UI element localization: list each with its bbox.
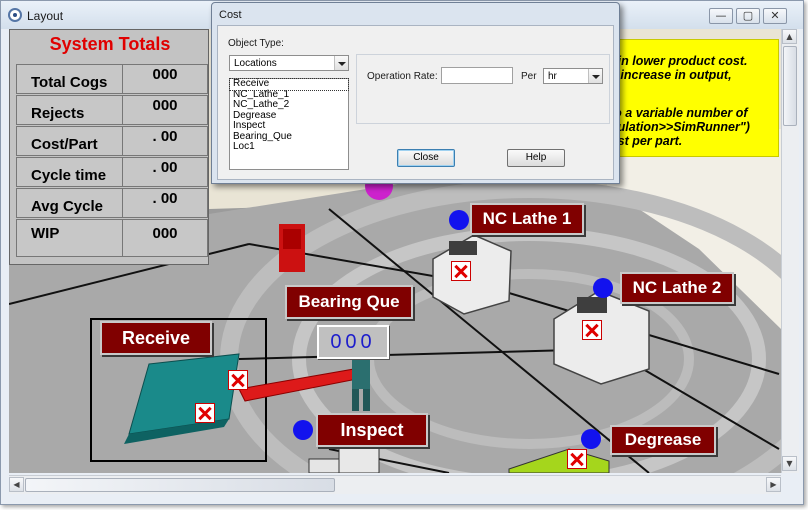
maximize-icon: ▢ — [742, 9, 754, 22]
dialog-body: Object Type: Locations Receive NC_Lathe_… — [217, 25, 614, 180]
location-label-inspect[interactable]: Inspect — [316, 413, 428, 447]
list-item[interactable]: Inspect — [230, 120, 348, 132]
vertical-scrollbar[interactable]: ▲ ▼ — [781, 29, 799, 473]
note-line-6: ost per part. — [610, 134, 683, 148]
cost-per-part-value: . 00 — [122, 126, 208, 156]
per-label: Per — [521, 71, 537, 82]
totals-row-avg-cycle: Avg Cycle . 00 — [16, 188, 208, 218]
rejects-label: Rejects — [16, 95, 122, 125]
chevron-down-icon[interactable] — [334, 56, 348, 70]
system-totals-panel: System Totals Total Cogs 000 Rejects 000… — [9, 29, 209, 265]
status-dot-icon — [581, 429, 601, 449]
operation-rate-group: Operation Rate: Per hr — [356, 54, 610, 124]
close-icon: ✕ — [770, 9, 780, 22]
system-totals-title: System Totals — [49, 34, 171, 54]
maximize-button[interactable]: ▢ — [736, 8, 760, 24]
minimize-icon: — — [715, 9, 727, 22]
total-cogs-value: 000 — [122, 64, 208, 94]
help-button[interactable]: Help — [507, 149, 565, 167]
minimize-button[interactable]: — — [709, 8, 733, 24]
scroll-left-icon[interactable]: ◀ — [9, 477, 24, 492]
scroll-down-icon[interactable]: ▼ — [782, 456, 797, 471]
close-button[interactable]: ✕ — [763, 8, 787, 24]
locations-list[interactable]: Receive NC_Lathe_1 NC_Lathe_2 Degrease I… — [229, 78, 349, 170]
note-line-5: nulation>>SimRunner") — [610, 120, 750, 134]
totals-row-rejects: Rejects 000 — [16, 95, 208, 125]
totals-row-wip: WIP 000 — [16, 219, 208, 257]
avg-cycle-value: . 00 — [122, 188, 208, 218]
status-dot-icon — [293, 420, 313, 440]
operation-rate-input[interactable] — [441, 67, 513, 84]
location-label-bearing-que[interactable]: Bearing Que — [285, 285, 413, 319]
x-mark-icon — [582, 320, 602, 340]
dialog-title[interactable]: Cost — [219, 9, 242, 21]
location-label-receive[interactable]: Receive — [100, 321, 212, 355]
list-item[interactable]: Receive — [229, 78, 349, 91]
totals-row-cycle-time: Cycle time . 00 — [16, 157, 208, 187]
per-unit-select[interactable]: hr — [543, 68, 603, 84]
bearing-que-counter: 000 — [317, 325, 389, 359]
x-mark-icon — [567, 449, 587, 469]
close-button[interactable]: Close — [397, 149, 455, 167]
x-mark-icon — [451, 261, 471, 281]
location-label-nc-lathe-2[interactable]: NC Lathe 2 — [620, 272, 734, 304]
rejects-value: 000 — [122, 95, 208, 125]
x-mark-icon — [228, 370, 248, 390]
avg-cycle-label: Avg Cycle — [16, 188, 122, 218]
wip-value: 000 — [122, 219, 208, 257]
note-line-2: e increase in output, — [610, 68, 732, 82]
object-type-value: Locations — [234, 58, 277, 69]
scroll-up-icon[interactable]: ▲ — [782, 29, 797, 44]
totals-row-cost-per-part: Cost/Part . 00 — [16, 126, 208, 156]
notes-box: t in lower product cost. e increase in o… — [601, 39, 779, 157]
total-cogs-label: Total Cogs — [16, 64, 122, 94]
app-icon — [8, 8, 22, 22]
object-type-select[interactable]: Locations — [229, 55, 349, 71]
wip-label: WIP — [16, 219, 122, 257]
vertical-scroll-thumb[interactable] — [783, 46, 797, 126]
totals-row-total-cogs: Total Cogs 000 — [16, 64, 208, 94]
chevron-down-icon[interactable] — [588, 69, 602, 83]
status-dot-icon — [593, 278, 613, 298]
cycle-time-label: Cycle time — [16, 157, 122, 187]
status-dot-icon — [449, 210, 469, 230]
horizontal-scrollbar[interactable]: ◀ ▶ — [9, 475, 781, 494]
per-unit-value: hr — [548, 71, 557, 82]
cost-dialog: Cost Object Type: Locations Receive NC_L… — [211, 2, 620, 184]
note-line-3: r. — [610, 82, 780, 96]
x-mark-icon — [195, 403, 215, 423]
location-label-nc-lathe-1[interactable]: NC Lathe 1 — [470, 203, 584, 235]
cycle-time-value: . 00 — [122, 157, 208, 187]
window-title: Layout — [27, 9, 64, 23]
scroll-right-icon[interactable]: ▶ — [766, 477, 781, 492]
cost-per-part-label: Cost/Part — [16, 126, 122, 156]
horizontal-scroll-thumb[interactable] — [25, 478, 335, 492]
operation-rate-label: Operation Rate: — [367, 71, 438, 82]
object-type-label: Object Type: — [228, 38, 284, 49]
list-item[interactable]: Loc1 — [230, 141, 348, 153]
location-label-degrease[interactable]: Degrease — [610, 425, 716, 455]
note-line-1: t in lower product cost. — [610, 54, 748, 68]
note-line-4: to a variable number of — [610, 106, 748, 120]
list-item[interactable]: NC_Lathe_2 — [230, 99, 348, 111]
